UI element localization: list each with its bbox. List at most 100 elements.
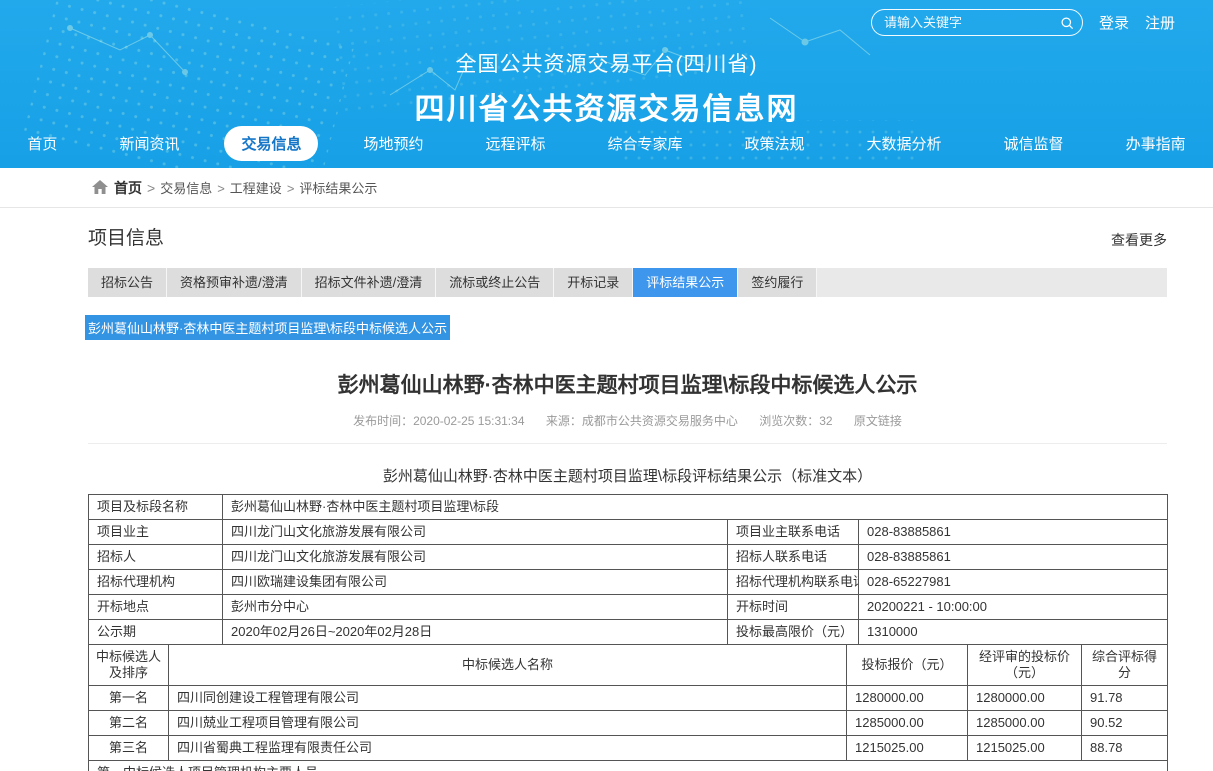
- candidate-score: 88.78: [1082, 736, 1168, 761]
- tab-evaluation-result[interactable]: 评标结果公示: [633, 268, 738, 297]
- breadcrumb: 首页 交易信息 工程建设 评标结果公示: [0, 168, 1213, 208]
- row-label: 招标代理机构: [89, 570, 223, 595]
- site-header: 登录 注册 全国公共资源交易平台(四川省) 四川省公共资源交易信息网 首页 新闻…: [0, 0, 1213, 168]
- breadcrumb-engineering[interactable]: 工程建设: [230, 178, 300, 197]
- breadcrumb-trade-info[interactable]: 交易信息: [160, 178, 230, 197]
- source: 来源：成都市公共资源交易服务中心: [546, 414, 738, 428]
- row-value: 彭州市分中心: [223, 595, 728, 620]
- article-meta: 发布时间：2020-02-25 15:31:34 来源：成都市公共资源交易服务中…: [88, 412, 1167, 444]
- candidate-reviewed-bid: 1215025.00: [968, 736, 1082, 761]
- view-count: 浏览次数：32: [759, 414, 832, 428]
- row-value: 028-83885861: [859, 545, 1168, 570]
- project-tabs: 招标公告 资格预审补遗/澄清 招标文件补遗/澄清 流标或终止公告 开标记录 评标…: [88, 268, 1167, 297]
- breadcrumb-result-publicity: 评标结果公示: [299, 178, 377, 197]
- view-more-link[interactable]: 查看更多: [1111, 230, 1167, 250]
- candidate-bid: 1280000.00: [847, 686, 968, 711]
- candidate-rank: 第三名: [89, 736, 169, 761]
- register-link[interactable]: 注册: [1145, 12, 1175, 33]
- candidate-rank: 第一名: [89, 686, 169, 711]
- table-row: 开标地点 彭州市分中心 开标时间 20200221 - 10:00:00: [89, 595, 1168, 620]
- nav-item-news[interactable]: 新闻资讯: [102, 126, 196, 161]
- site-title: 四川省公共资源交易信息网: [0, 84, 1213, 128]
- row-label: 投标最高限价（元）: [728, 620, 859, 645]
- nav-item-expert-pool[interactable]: 综合专家库: [591, 126, 700, 161]
- row-value: 2020年02月26日~2020年02月28日: [223, 620, 728, 645]
- candidate-bid: 1215025.00: [847, 736, 968, 761]
- search-icon[interactable]: [1060, 14, 1074, 32]
- row-label: 开标地点: [89, 595, 223, 620]
- table-row: 招标人 四川龙门山文化旅游发展有限公司 招标人联系电话 028-83885861: [89, 545, 1168, 570]
- table-row: 项目及标段名称 彭州葛仙山林野·杏林中医主题村项目监理\标段: [89, 495, 1168, 520]
- candidates-table: 中标候选人及排序 中标候选人名称 投标报价（元） 经评审的投标价（元） 综合评标…: [88, 644, 1168, 771]
- row-value: 028-83885861: [859, 520, 1168, 545]
- topbar: 登录 注册: [871, 9, 1175, 36]
- table-footer-row: 第一中标候选人项目管理机构主要人员: [89, 761, 1168, 771]
- row-value: 四川龙门山文化旅游发展有限公司: [223, 520, 728, 545]
- main-nav: 首页 新闻资讯 交易信息 场地预约 远程评标 综合专家库 政策法规 大数据分析 …: [0, 126, 1213, 161]
- tab-failed-or-terminated[interactable]: 流标或终止公告: [436, 268, 554, 297]
- row-label: 项目业主联系电话: [728, 520, 859, 545]
- candidate-score: 90.52: [1082, 711, 1168, 736]
- row-value: 20200221 - 10:00:00: [859, 595, 1168, 620]
- site-subtitle: 全国公共资源交易平台(四川省): [0, 48, 1213, 78]
- row-label: 项目及标段名称: [89, 495, 223, 520]
- row-value: 彭州葛仙山林野·杏林中医主题村项目监理\标段: [223, 495, 1168, 520]
- tab-tender-doc-addendum[interactable]: 招标文件补遗/澄清: [302, 268, 437, 297]
- candidate-rank: 第二名: [89, 711, 169, 736]
- footer-note: 第一中标候选人项目管理机构主要人员: [89, 761, 1168, 771]
- page-title: 项目信息: [88, 223, 164, 250]
- project-info-table: 项目及标段名称 彭州葛仙山林野·杏林中医主题村项目监理\标段 项目业主 四川龙门…: [88, 494, 1168, 645]
- tab-contract-performance[interactable]: 签约履行: [738, 268, 817, 297]
- search-box[interactable]: [871, 9, 1083, 36]
- row-value: 1310000: [859, 620, 1168, 645]
- nav-item-home[interactable]: 首页: [10, 126, 74, 161]
- candidate-name: 四川兢业工程项目管理有限公司: [169, 711, 847, 736]
- row-label: 开标时间: [728, 595, 859, 620]
- breadcrumb-home[interactable]: 首页: [114, 178, 160, 198]
- tab-bid-opening-record[interactable]: 开标记录: [554, 268, 633, 297]
- tab-tender-announcement[interactable]: 招标公告: [88, 268, 167, 297]
- project-info-header: 项目信息 查看更多: [88, 223, 1167, 250]
- row-value: 四川欧瑞建设集团有限公司: [223, 570, 728, 595]
- candidate-reviewed-bid: 1280000.00: [968, 686, 1082, 711]
- nav-item-remote-evaluation[interactable]: 远程评标: [468, 126, 562, 161]
- article-title: 彭州葛仙山林野·杏林中医主题村项目监理\标段中标候选人公示: [88, 369, 1167, 399]
- col-header-name: 中标候选人名称: [169, 645, 847, 686]
- home-icon: [92, 180, 108, 195]
- col-header-rank: 中标候选人及排序: [89, 645, 169, 686]
- table-row: 公示期 2020年02月26日~2020年02月28日 投标最高限价（元） 13…: [89, 620, 1168, 645]
- col-header-score: 综合评标得分: [1082, 645, 1168, 686]
- row-value: 028-65227981: [859, 570, 1168, 595]
- result-table-caption: 彭州葛仙山林野·杏林中医主题村项目监理\标段评标结果公示（标准文本）: [88, 465, 1167, 486]
- candidate-bid: 1285000.00: [847, 711, 968, 736]
- publish-time: 发布时间：2020-02-25 15:31:34: [353, 414, 524, 428]
- tab-prequalification-addendum[interactable]: 资格预审补遗/澄清: [167, 268, 302, 297]
- login-link[interactable]: 登录: [1099, 12, 1129, 33]
- nav-item-big-data[interactable]: 大数据分析: [850, 126, 959, 161]
- candidate-reviewed-bid: 1285000.00: [968, 711, 1082, 736]
- row-label: 招标代理机构联系电话: [728, 570, 859, 595]
- col-header-bid: 投标报价（元）: [847, 645, 968, 686]
- nav-item-service-guide[interactable]: 办事指南: [1109, 126, 1203, 161]
- row-label: 招标人联系电话: [728, 545, 859, 570]
- row-value: 四川龙门山文化旅游发展有限公司: [223, 545, 728, 570]
- candidate-row: 第三名 四川省蜀典工程监理有限责任公司 1215025.00 1215025.0…: [89, 736, 1168, 761]
- announcement-list: 彭州葛仙山林野·杏林中医主题村项目监理\标段中标候选人公示: [85, 315, 1167, 340]
- original-link[interactable]: 原文链接: [854, 414, 902, 428]
- nav-item-policies[interactable]: 政策法规: [728, 126, 822, 161]
- candidate-name: 四川同创建设工程管理有限公司: [169, 686, 847, 711]
- nav-item-trade-info[interactable]: 交易信息: [224, 126, 318, 161]
- col-header-reviewed-bid: 经评审的投标价（元）: [968, 645, 1082, 686]
- candidate-score: 91.78: [1082, 686, 1168, 711]
- nav-item-integrity-supervision[interactable]: 诚信监督: [987, 126, 1081, 161]
- candidate-row: 第二名 四川兢业工程项目管理有限公司 1285000.00 1285000.00…: [89, 711, 1168, 736]
- candidates-header-row: 中标候选人及排序 中标候选人名称 投标报价（元） 经评审的投标价（元） 综合评标…: [89, 645, 1168, 686]
- table-row: 项目业主 四川龙门山文化旅游发展有限公司 项目业主联系电话 028-838858…: [89, 520, 1168, 545]
- selected-announcement-link[interactable]: 彭州葛仙山林野·杏林中医主题村项目监理\标段中标候选人公示: [85, 315, 450, 340]
- row-label: 公示期: [89, 620, 223, 645]
- row-label: 招标人: [89, 545, 223, 570]
- table-row: 招标代理机构 四川欧瑞建设集团有限公司 招标代理机构联系电话 028-65227…: [89, 570, 1168, 595]
- nav-item-venue-booking[interactable]: 场地预约: [346, 126, 440, 161]
- candidate-row: 第一名 四川同创建设工程管理有限公司 1280000.00 1280000.00…: [89, 686, 1168, 711]
- search-input[interactable]: [884, 15, 1060, 30]
